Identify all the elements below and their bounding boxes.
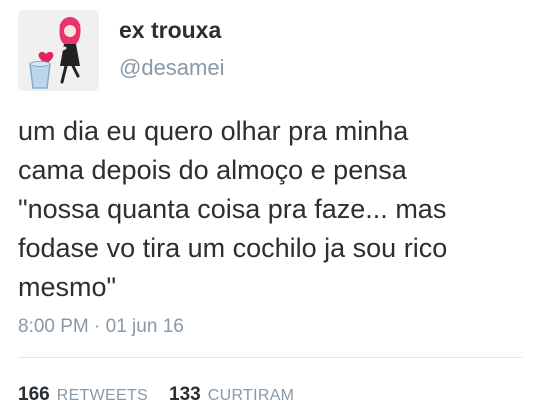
likes-label: CURTIRAM <box>207 387 295 404</box>
tweet-text-line: "nossa quanta coisa pra faze... mas <box>18 194 447 224</box>
user-handle[interactable]: @desamei <box>119 55 225 81</box>
likes-count: 133 <box>169 384 201 405</box>
tweet-text-line: um dia eu quero olhar pra minha <box>18 116 409 146</box>
likes-stat[interactable]: 133 CURTIRAM <box>169 384 294 406</box>
tweet-text-line: fodase vo tira um cochilo ja sou rico <box>18 233 448 263</box>
tweet-stats: 166 RETWEETS 133 CURTIRAM <box>18 384 310 406</box>
retweets-label: RETWEETS <box>56 387 149 404</box>
tweet-text: um dia eu quero olhar pra minha cama dep… <box>18 112 523 307</box>
display-name[interactable]: ex trouxa <box>119 17 221 44</box>
tweet-card: ex trouxa @desamei um dia eu quero olhar… <box>0 0 540 417</box>
tweet-timestamp[interactable]: 8:00 PM · 01 jun 16 <box>18 316 184 338</box>
avatar[interactable] <box>18 10 99 91</box>
tweet-text-line: cama depois do almoço e pensa <box>18 155 407 185</box>
retweets-stat[interactable]: 166 RETWEETS <box>18 384 148 406</box>
retweets-count: 166 <box>18 384 50 405</box>
cartoon-girl-with-heart-and-glass-icon <box>18 10 99 91</box>
divider <box>18 357 522 358</box>
tweet-text-line: mesmo" <box>18 272 117 302</box>
